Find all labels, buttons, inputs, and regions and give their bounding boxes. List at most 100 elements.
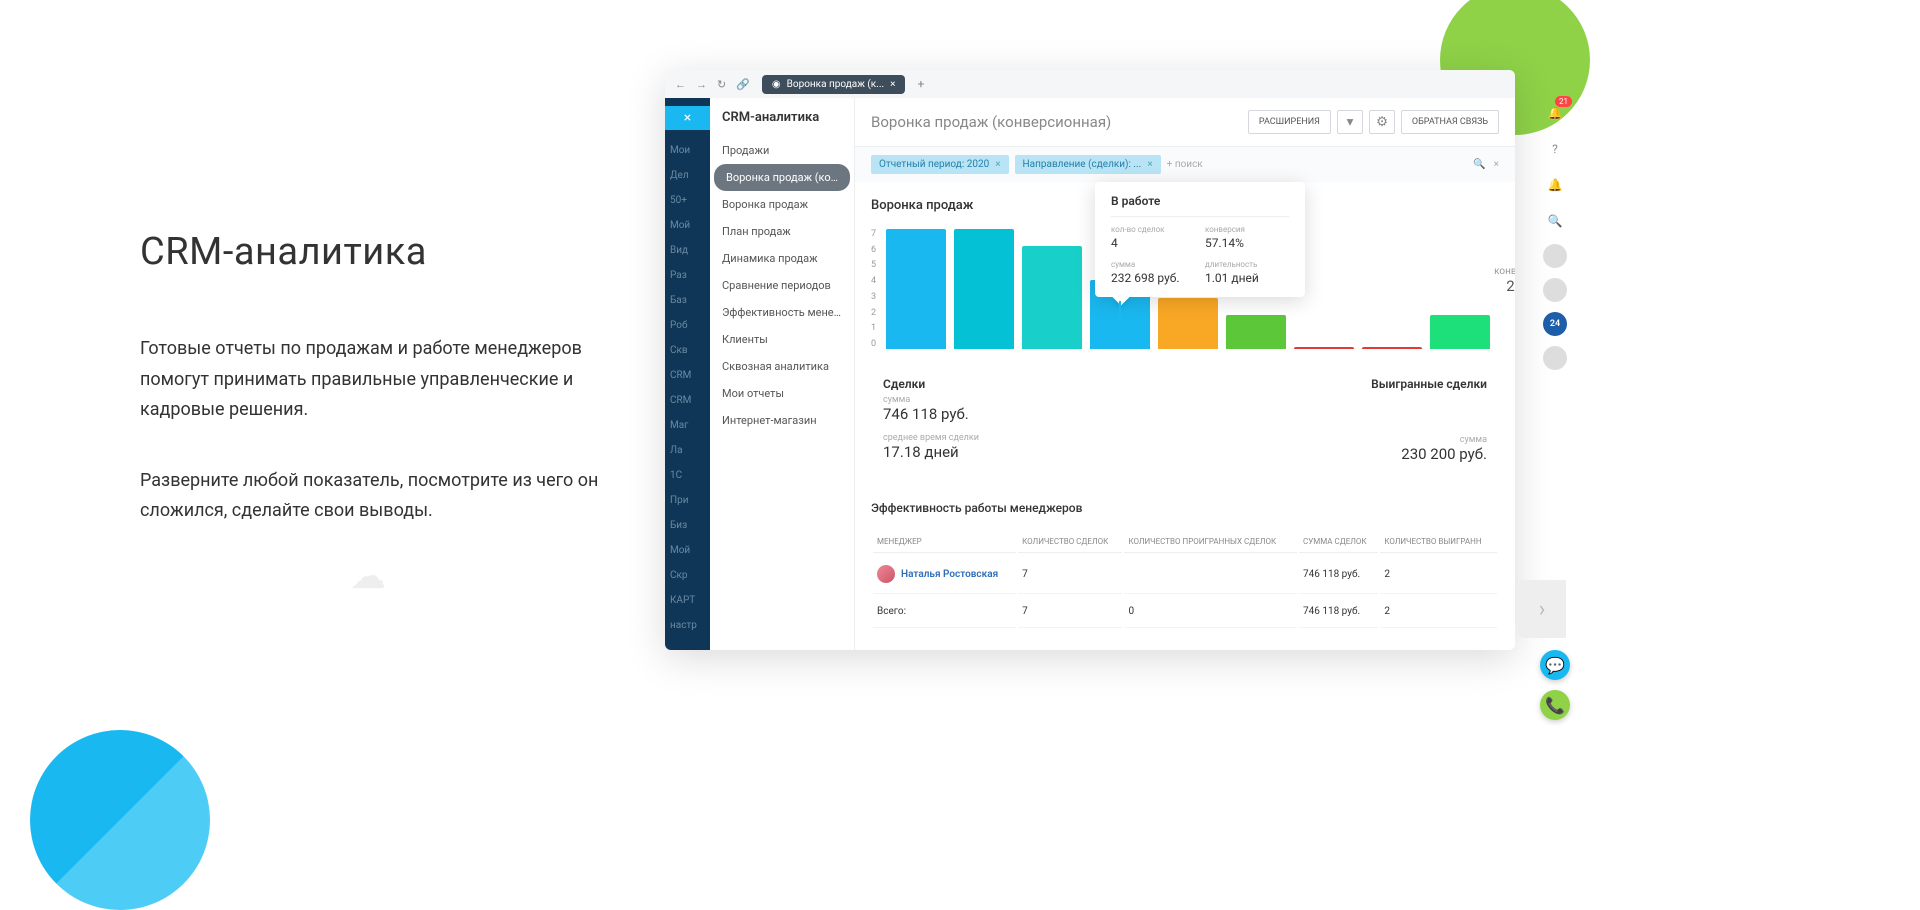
tooltip-title: В работе [1111, 194, 1289, 217]
sidebar-item[interactable]: Ла [665, 438, 710, 463]
table-row: Наталья Ростовская7746 118 руб.2 [873, 555, 1497, 594]
chart-bar[interactable] [1294, 347, 1354, 349]
user-avatar[interactable] [1543, 244, 1567, 268]
search-rail-icon[interactable]: 🔍 [1542, 208, 1568, 234]
link-icon[interactable]: 🔗 [736, 78, 750, 91]
nav-item[interactable]: Воронка продаж (конве... [714, 164, 850, 191]
nav-item[interactable]: Сквозная аналитика [710, 353, 854, 380]
nav-item[interactable]: Динамика продаж [710, 245, 854, 272]
nav-item[interactable]: Интернет-магазин [710, 407, 854, 434]
nav-item[interactable]: Сравнение периодов [710, 272, 854, 299]
browser-tab[interactable]: ◉ Воронка продаж (к... × [762, 75, 906, 94]
feedback-button[interactable]: Обратная связь [1401, 110, 1499, 134]
sidebar-item[interactable]: Скв [665, 338, 710, 363]
page-title: Воронка продаж (конверсионная) [871, 113, 1111, 131]
tooltip-cell: кол-во сделок4 [1111, 225, 1195, 250]
chart-bar[interactable] [1430, 315, 1490, 349]
funnel-chart-section: Воронка продаж В работе кол-во сделок4ко… [855, 182, 1515, 365]
chat-button-icon[interactable]: 💬 [1540, 650, 1570, 680]
settings-gear-icon[interactable]: ⚙ [1369, 110, 1395, 134]
refresh-icon[interactable]: ↻ [717, 78, 726, 91]
tab-close-icon[interactable]: × [890, 79, 895, 90]
extensions-dropdown-icon[interactable]: ▾ [1337, 110, 1363, 134]
marketing-title: CRM-аналитика [140, 230, 600, 274]
chart-bar[interactable] [1362, 347, 1422, 349]
manager-name-link[interactable]: Наталья Ростовская [901, 569, 998, 580]
stats-deals-title: Сделки [883, 377, 979, 391]
sidebar-item[interactable]: Мой [665, 538, 710, 563]
decoration-circle-blue [30, 730, 210, 910]
add-filter-input[interactable]: + поиск [1167, 159, 1203, 170]
sidebar-item[interactable]: Мой [665, 213, 710, 238]
call-button-icon[interactable]: 📞 [1540, 690, 1570, 720]
sidebar-item[interactable]: 1С [665, 463, 710, 488]
browser-bar: ← → ↻ 🔗 ◉ Воронка продаж (к... × + [665, 70, 1515, 98]
chart-bar[interactable] [954, 229, 1014, 349]
remove-filter-icon[interactable]: × [1147, 159, 1152, 170]
sidebar-item[interactable]: 50+ [665, 188, 710, 213]
main-header: Воронка продаж (конверсионная) Расширени… [855, 98, 1515, 147]
notifications-icon[interactable]: 🔔21 [1542, 100, 1568, 126]
sidebar-item[interactable]: Вид [665, 238, 710, 263]
nav-item[interactable]: Эффективность менедж... [710, 299, 854, 326]
managers-section: Эффективность работы менеджеров Менеджер… [855, 485, 1515, 646]
chart-bar[interactable] [1226, 315, 1286, 349]
marketing-para-1: Готовые отчеты по продажам и работе мене… [140, 334, 600, 426]
filter-chip-period[interactable]: Отчетный период: 2020 × [871, 155, 1009, 174]
chart-y-axis: 76543210 [871, 229, 882, 349]
sidebar-item[interactable]: Мои [665, 138, 710, 163]
user-avatar[interactable] [1543, 346, 1567, 370]
conversion-value: 28.57 % [1494, 277, 1515, 313]
sidebar-close-button[interactable]: × [665, 106, 710, 130]
stats-summary: Сделки сумма 746 118 руб. среднее время … [855, 365, 1515, 485]
nav-item[interactable]: План продаж [710, 218, 854, 245]
marketing-para-2: Разверните любой показатель, посмотрите … [140, 466, 600, 527]
new-tab-button[interactable]: + [917, 77, 924, 91]
forward-icon[interactable]: → [696, 78, 707, 91]
help-icon[interactable]: ? [1542, 136, 1568, 162]
sidebar-item[interactable]: КАРТ [665, 588, 710, 613]
nav-item[interactable]: Клиенты [710, 326, 854, 353]
nav-item[interactable]: Воронка продаж [710, 191, 854, 218]
sidebar-item[interactable]: Дел [665, 163, 710, 188]
sidebar-item[interactable]: Маг [665, 413, 710, 438]
sidebar-item[interactable]: Раз [665, 263, 710, 288]
search-icon[interactable]: 🔍 [1473, 159, 1485, 170]
sidebar-item[interactable]: настр [665, 613, 710, 638]
tooltip-cell: конверсия57.14% [1205, 225, 1289, 250]
app-window: ← → ↻ 🔗 ◉ Воронка продаж (к... × + × Мои… [665, 70, 1515, 650]
tab-title: Воронка продаж (к... [787, 79, 884, 90]
left-rail-sidebar: × МоиДел50+МойВидРазБазРобСквCRMCRMМагЛа… [665, 98, 710, 650]
analytics-nav-title: CRM-аналитика [710, 110, 854, 137]
managers-table: МенеджерКоличество сделокКоличество прои… [871, 529, 1499, 630]
sidebar-item[interactable]: CRM [665, 388, 710, 413]
managers-title: Эффективность работы менеджеров [871, 501, 1499, 515]
nav-item[interactable]: Продажи [710, 137, 854, 164]
nav-item[interactable]: Мои отчеты [710, 380, 854, 407]
chart-bar[interactable] [1158, 298, 1218, 349]
tab-favicon-icon: ◉ [772, 79, 781, 90]
tooltip-cell: длительность1.01 дней [1205, 260, 1289, 285]
filter-bar: Отчетный период: 2020 × Направление (сде… [855, 147, 1515, 182]
bell2-icon[interactable]: 🔔 [1542, 172, 1568, 198]
sidebar-item[interactable]: Баз [665, 288, 710, 313]
chart-bar[interactable] [1022, 246, 1082, 349]
extensions-button[interactable]: Расширения [1248, 110, 1331, 134]
user-avatar[interactable] [1543, 278, 1567, 302]
sidebar-item[interactable]: CRM [665, 363, 710, 388]
conversion-label: конверсия [1494, 266, 1515, 277]
sidebar-item[interactable]: При [665, 488, 710, 513]
next-slide-button[interactable]: › [1518, 580, 1566, 638]
sidebar-item[interactable]: Биз [665, 513, 710, 538]
cloud-icon: ☁ [350, 555, 386, 597]
back-icon[interactable]: ← [675, 78, 686, 91]
filter-chip-direction[interactable]: Направление (сделки): ... × [1015, 155, 1161, 174]
analytics-nav: CRM-аналитика ПродажиВоронка продаж (кон… [710, 98, 855, 650]
b24-icon[interactable]: 24 [1543, 312, 1567, 336]
clear-filters-icon[interactable]: × [1494, 159, 1499, 170]
main-content: Воронка продаж (конверсионная) Расширени… [855, 98, 1515, 650]
chart-bar[interactable] [886, 229, 946, 349]
sidebar-item[interactable]: Роб [665, 313, 710, 338]
sidebar-item[interactable]: Скр [665, 563, 710, 588]
remove-filter-icon[interactable]: × [995, 159, 1000, 170]
